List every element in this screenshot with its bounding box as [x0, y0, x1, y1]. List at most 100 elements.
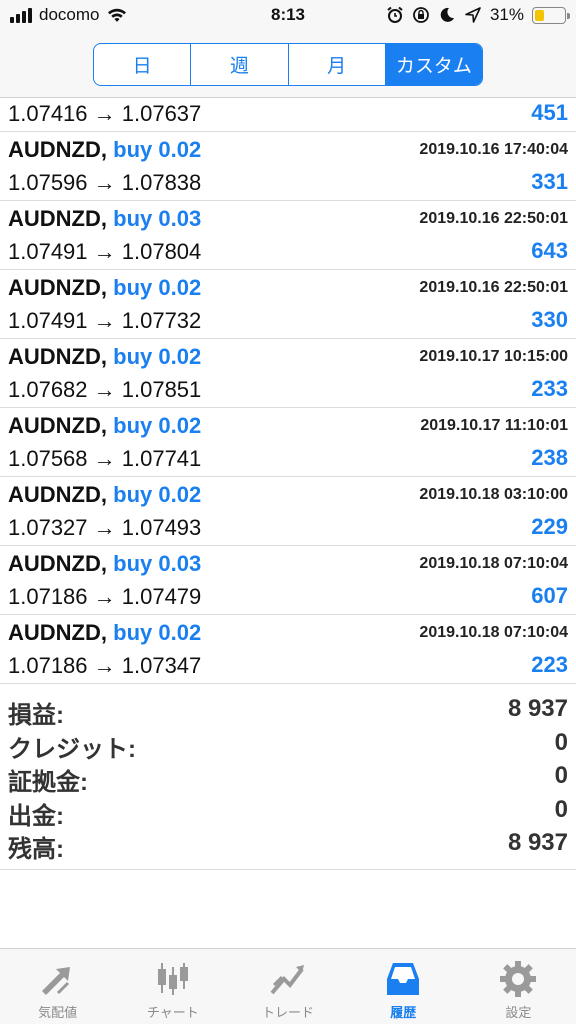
alarm-icon	[387, 6, 403, 23]
symbol-name: AUDNZD	[8, 275, 101, 300]
price-range: 1.07491 → 1.07804	[8, 239, 202, 264]
quotes-arrows-icon	[41, 967, 70, 995]
trade-timestamp: 2019.10.16 17:40:04	[419, 141, 568, 158]
profit-value: 451	[531, 100, 568, 125]
battery-percent: 31%	[489, 5, 524, 24]
summary-value: 0	[554, 762, 568, 789]
symbol-name: AUDNZD	[8, 413, 101, 438]
summary-balance: 残高: 8 937	[0, 827, 576, 863]
tab-label: 設定	[505, 1005, 532, 1020]
trade-type-volume: buy 0.03	[113, 551, 202, 576]
profit-value: 607	[531, 583, 568, 608]
trade-type-volume: buy 0.02	[113, 137, 202, 162]
trade-type-volume: buy 0.02	[113, 344, 202, 369]
price-range: 1.07491 → 1.07732	[8, 308, 202, 333]
price-range: 1.07568 → 1.07741	[8, 446, 202, 471]
trade-timestamp: 2019.10.18 07:10:04	[419, 555, 568, 572]
trade-symbol: AUDNZD, buy 0.02	[8, 137, 201, 163]
list-item[interactable]: AUDNZD, buy 0.02 2019.10.16 17:40:04 1.075…	[0, 132, 576, 201]
summary-label: 損益:	[8, 702, 64, 729]
history-inbox-icon	[387, 963, 420, 995]
summary-label: 残高:	[8, 836, 64, 863]
symbol-separator: ,	[100, 620, 108, 645]
tab-label: 履歴	[390, 1005, 417, 1020]
settings-gear-icon	[500, 961, 537, 997]
bottom-tab-bar: 気配値 チャート トレード 履歴 設定	[0, 948, 576, 1024]
profit-value: 238	[531, 445, 568, 470]
list-item[interactable]: AUDNZD, buy 0.02 2019.10.18 07:10:04 1.071…	[0, 615, 576, 684]
symbol-separator: ,	[100, 344, 108, 369]
summary-value: 8 937	[507, 695, 568, 722]
tab-day[interactable]: 日	[94, 44, 192, 85]
tab-custom[interactable]: カスタム	[385, 44, 482, 85]
price-range: 1.07186 → 1.07347	[8, 653, 202, 678]
symbol-separator: ,	[100, 275, 108, 300]
trade-timestamp: 2019.10.18 03:10:00	[419, 486, 568, 503]
trade-symbol: AUDNZD, buy 0.03	[8, 551, 201, 577]
price-range: 1.07327 → 1.07493	[8, 515, 202, 540]
trade-type-volume: buy 0.03	[113, 206, 202, 231]
trade-symbol: AUDNZD, buy 0.02	[8, 275, 201, 301]
tab-settings[interactable]: 設定	[461, 949, 576, 1024]
symbol-name: AUDNZD	[8, 482, 101, 507]
summary-credit: クレジット: 0	[0, 727, 576, 763]
summary-value: 0	[554, 795, 568, 823]
candlestick-chart-icon	[157, 963, 188, 995]
list-item[interactable]: AUDNZD, buy 0.02 2019.10.18 03:10:00 1.073…	[0, 477, 576, 546]
profit-value: 330	[531, 307, 568, 332]
trade-type-volume: buy 0.02	[113, 413, 202, 438]
tab-label: 気配値	[38, 1005, 78, 1020]
summary-profit: 損益: 8 937	[0, 693, 576, 729]
price-range: 1.07416 → 1.07637	[8, 101, 202, 126]
account-summary: 損益: 8 937 クレジット: 0 証拠金: 0 出金: 0 残高: 8 93…	[0, 693, 576, 870]
tab-month[interactable]: 月	[289, 44, 386, 85]
tab-quotes[interactable]: 気配値	[0, 949, 115, 1024]
list-item[interactable]: AUDNZD, buy 0.02 2019.10.16 22:50:01 1.074…	[0, 270, 576, 339]
summary-value: 8 937	[507, 829, 568, 856]
price-range: 1.07682 → 1.07851	[8, 377, 202, 402]
tab-label: チャート	[146, 1005, 199, 1020]
symbol-separator: ,	[100, 482, 108, 507]
trade-history-list: 1.07416 → 1.07637 451 AUDNZD, buy 0.02 20…	[0, 98, 576, 684]
trade-type-volume: buy 0.02	[113, 275, 202, 300]
price-range: 1.07596 → 1.07838	[8, 170, 202, 195]
tab-week[interactable]: 週	[191, 44, 289, 85]
list-item[interactable]: AUDNZD, buy 0.03 2019.10.18 07:10:04 1.071…	[0, 546, 576, 615]
tab-history[interactable]: 履歴	[346, 949, 461, 1024]
symbol-name: AUDNZD	[8, 551, 101, 576]
list-item[interactable]: 1.07416 → 1.07637 451	[0, 98, 576, 132]
symbol-name: AUDNZD	[8, 137, 101, 162]
tab-label: トレード	[262, 1005, 315, 1020]
trade-timestamp: 2019.10.17 11:10:01	[420, 417, 568, 434]
symbol-separator: ,	[100, 413, 108, 438]
symbol-separator: ,	[100, 137, 108, 162]
list-item[interactable]: AUDNZD, buy 0.02 2019.10.17 10:15:00 1.076…	[0, 339, 576, 408]
summary-label: クレジット:	[8, 735, 136, 763]
period-toolbar: 日 週 月 カスタム	[0, 34, 576, 98]
profit-value: 229	[531, 514, 568, 539]
trade-symbol: AUDNZD, buy 0.03	[8, 206, 201, 232]
battery-icon	[532, 6, 570, 24]
summary-label: 証拠金:	[8, 769, 88, 796]
trade-timestamp: 2019.10.16 22:50:01	[419, 210, 568, 227]
trade-type-volume: buy 0.02	[113, 482, 202, 507]
symbol-name: AUDNZD	[8, 206, 101, 231]
period-segmented-control: 日 週 月 カスタム	[93, 43, 483, 86]
trade-symbol: AUDNZD, buy 0.02	[8, 482, 201, 508]
trade-timestamp: 2019.10.18 07:10:04	[419, 624, 568, 641]
tab-trade[interactable]: トレード	[230, 949, 345, 1024]
symbol-name: AUDNZD	[8, 344, 101, 369]
orientation-lock-icon	[413, 7, 429, 23]
tab-chart[interactable]: チャート	[115, 949, 230, 1024]
profit-value: 331	[531, 169, 568, 194]
list-item[interactable]: AUDNZD, buy 0.03 2019.10.16 22:50:01 1.074…	[0, 201, 576, 270]
trade-symbol: AUDNZD, buy 0.02	[8, 344, 201, 370]
trade-symbol: AUDNZD, buy 0.02	[8, 413, 201, 439]
symbol-name: AUDNZD	[8, 620, 101, 645]
profit-value: 233	[531, 376, 568, 401]
trade-trend-icon	[270, 965, 304, 995]
trade-timestamp: 2019.10.17 10:15:00	[419, 348, 568, 365]
list-item[interactable]: AUDNZD, buy 0.02 2019.10.17 11:10:01 1.075…	[0, 408, 576, 477]
symbol-separator: ,	[100, 206, 108, 231]
trade-type-volume: buy 0.02	[113, 620, 202, 645]
